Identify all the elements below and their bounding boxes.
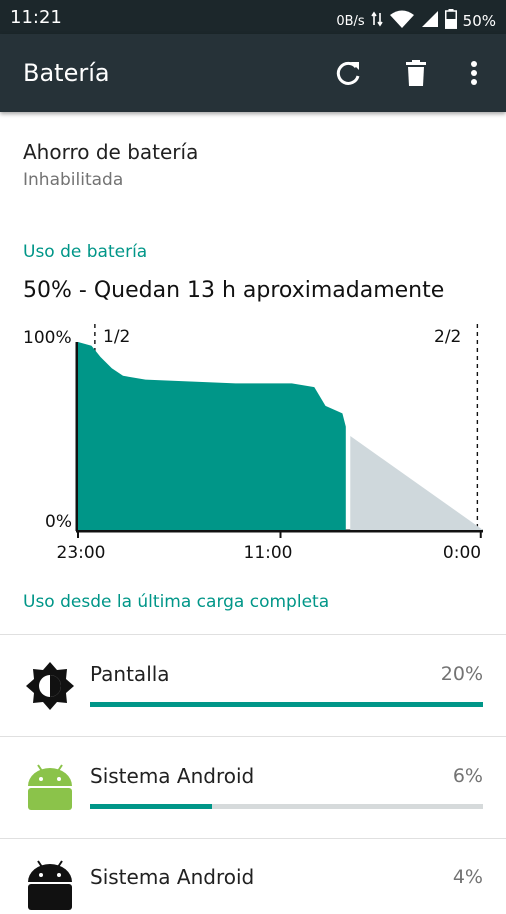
y-label-top: 100% — [23, 328, 72, 348]
refresh-icon[interactable] — [334, 58, 364, 88]
status-icons: 0B/s 50% — [336, 9, 496, 33]
battery-chart-svg: 100% 0% 1/2 2/2 23:00 11:00 0:00 — [23, 324, 483, 563]
y-label-bottom: 0% — [45, 512, 72, 532]
divider — [0, 838, 506, 839]
x-tick-2: 0:00 — [443, 543, 481, 563]
signal-icon — [421, 10, 439, 32]
app-name: Sistema Android — [90, 865, 255, 889]
divider — [0, 634, 506, 635]
marker-label-1: 1/2 — [103, 327, 130, 347]
battery-icon — [444, 9, 457, 33]
since-full-charge-heading: Uso desde la última carga completa — [23, 592, 330, 612]
usage-bar-fill — [90, 702, 483, 707]
status-bar: 11:21 0B/s 50% — [0, 0, 506, 34]
android-black-icon — [24, 858, 76, 910]
battery-percent: 50% — [462, 12, 496, 30]
data-transfer-icon — [370, 11, 383, 31]
x-tick-1: 11:00 — [244, 543, 293, 563]
app-percent: 4% — [452, 866, 483, 888]
page-title: Batería — [23, 59, 110, 87]
brightness-icon — [24, 660, 76, 712]
usage-bar-fill — [90, 804, 212, 809]
usage-heading: Uso de batería — [23, 242, 148, 262]
app-bar: Batería — [0, 34, 506, 112]
usage-bar — [90, 702, 483, 707]
network-speed: 0B/s — [336, 13, 365, 29]
x-tick-0: 23:00 — [57, 543, 106, 563]
usage-summary: 50% - Quedan 13 h aproximadamente — [23, 278, 445, 303]
battery-chart[interactable]: 100% 0% 1/2 2/2 23:00 11:00 0:00 — [0, 318, 506, 578]
wifi-icon — [389, 10, 415, 32]
battery-saver-title: Ahorro de batería — [23, 140, 199, 164]
android-icon — [24, 762, 76, 814]
status-time: 11:21 — [10, 7, 62, 28]
trash-icon[interactable] — [401, 58, 431, 88]
chart-area-series-1 — [350, 436, 483, 530]
app-name: Sistema Android — [90, 764, 255, 788]
usage-bar — [90, 804, 483, 809]
marker-label-2: 2/2 — [434, 327, 461, 347]
battery-saver-status: Inhabilitada — [23, 170, 124, 190]
chart-area-series-0 — [78, 342, 346, 530]
more-vert-icon[interactable] — [462, 58, 486, 88]
app-percent: 20% — [440, 663, 483, 685]
app-percent: 6% — [452, 765, 483, 787]
divider — [0, 736, 506, 737]
app-name: Pantalla — [90, 662, 170, 686]
